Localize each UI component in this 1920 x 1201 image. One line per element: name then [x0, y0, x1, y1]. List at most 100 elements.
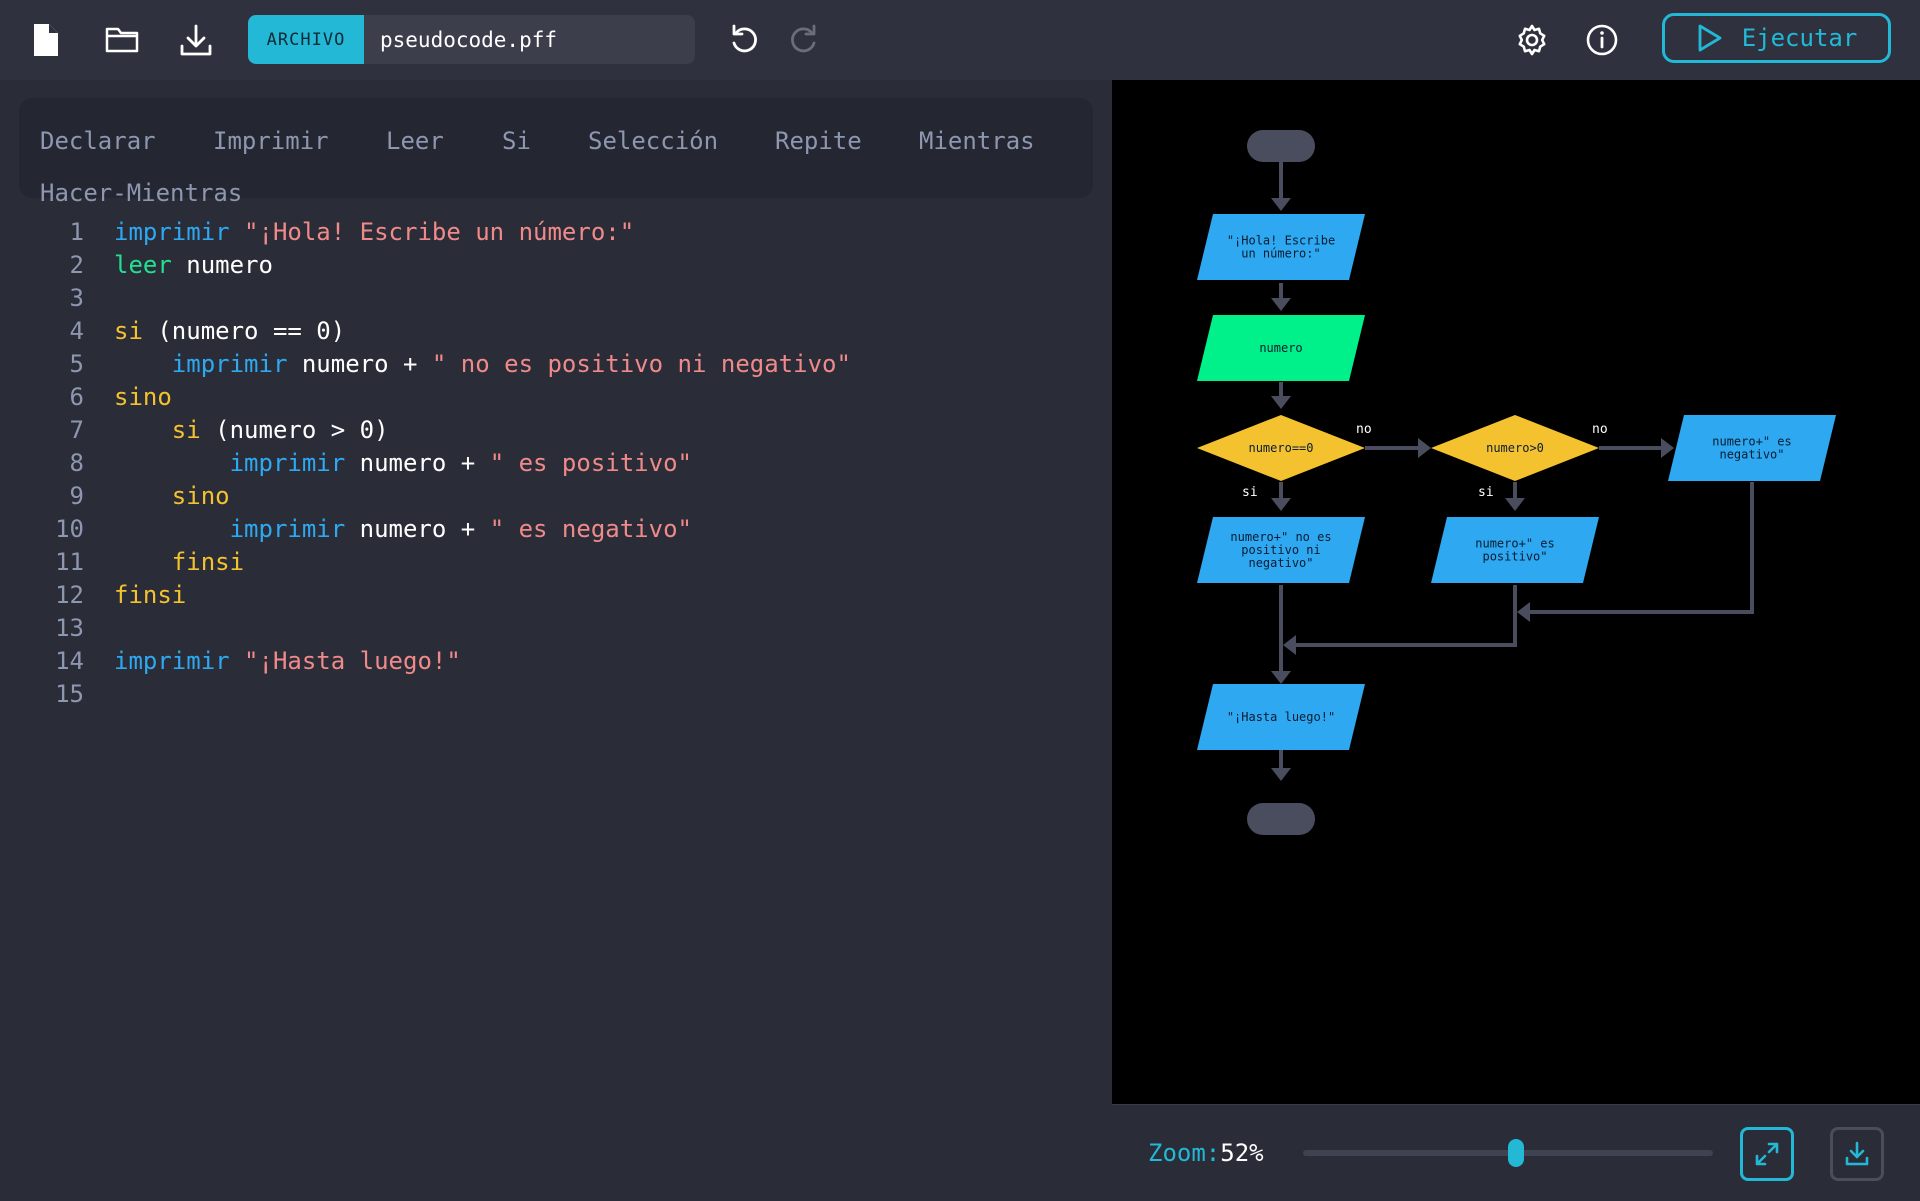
code-line[interactable]: 11 finsi	[0, 548, 1112, 581]
snippet-imprimir[interactable]: Imprimir	[213, 127, 329, 155]
line-number: 3	[69, 284, 84, 312]
line-number: 1	[69, 218, 84, 246]
snippet-si[interactable]: Si	[502, 127, 531, 155]
line-content: si (numero == 0)	[114, 317, 345, 345]
output-node-text: negativo"	[1719, 448, 1784, 462]
zoom-label: Zoom:52%	[1148, 1139, 1264, 1167]
code-token: "¡Hola! Escribe un número:"	[244, 218, 635, 246]
line-content: imprimir "¡Hola! Escribe un número:"	[114, 218, 634, 246]
line-content: imprimir "¡Hasta luego!"	[114, 647, 461, 675]
line-number: 9	[69, 482, 84, 510]
download-icon[interactable]	[172, 16, 220, 64]
code-line[interactable]: 5 imprimir numero + " no es positivo ni …	[0, 350, 1112, 383]
output-node-text: "¡Hola! Escribe	[1227, 234, 1335, 248]
code-token: " es negativo"	[489, 515, 692, 543]
code-token: finsi	[114, 581, 187, 609]
arrow-head	[1271, 396, 1291, 409]
code-line[interactable]: 2 leer numero	[0, 251, 1112, 284]
flowchart-canvas[interactable]: "¡Hola! Escribe un número:" numero numero==…	[1112, 80, 1920, 1104]
output-node-text: numero+" no es	[1230, 530, 1331, 544]
code-token: imprimir	[114, 218, 230, 246]
redo-icon[interactable]	[779, 16, 827, 64]
line-number: 2	[69, 251, 84, 279]
output-node-text: positivo"	[1482, 550, 1547, 564]
code-token: imprimir	[114, 647, 230, 675]
code-token: numero +	[345, 515, 490, 543]
code-token: (numero == 0)	[142, 317, 346, 345]
code-line[interactable]: 10 imprimir numero + " es negativo"	[0, 515, 1112, 548]
info-icon[interactable]	[1578, 16, 1626, 64]
undo-icon[interactable]	[721, 16, 769, 64]
line-number: 11	[55, 548, 84, 576]
snippet-declarar[interactable]: Declarar	[40, 127, 156, 155]
snippet-bar: Declarar Imprimir Leer Si Selección Repi…	[19, 98, 1093, 207]
new-file-icon[interactable]	[22, 16, 70, 64]
snippet-repite[interactable]: Repite	[775, 127, 862, 155]
line-number: 6	[69, 383, 84, 411]
open-folder-icon[interactable]	[98, 16, 146, 64]
arrow-head	[1418, 438, 1431, 458]
output-node-text: negativo"	[1248, 556, 1313, 570]
code-token: leer	[114, 251, 172, 279]
zoom-value: 52%	[1220, 1139, 1264, 1167]
output-node-text: un número:"	[1241, 247, 1320, 261]
code-line[interactable]: 14 imprimir "¡Hasta luego!"	[0, 647, 1112, 680]
input-node-text: numero	[1259, 341, 1302, 355]
zoom-slider[interactable]	[1303, 1139, 1713, 1167]
arrow-head	[1517, 602, 1530, 622]
snippet-leer[interactable]: Leer	[386, 127, 444, 155]
zoom-slider-thumb[interactable]	[1508, 1139, 1525, 1167]
flowchart-diagram: "¡Hola! Escribeun número:" numero numero==…	[1197, 130, 1836, 835]
code-line[interactable]: 13	[0, 614, 1112, 647]
code-token: " no es positivo ni negativo"	[431, 350, 851, 378]
code-token: si	[171, 416, 201, 444]
line-content: sino	[114, 383, 172, 411]
code-line[interactable]: 4 si (numero == 0)	[0, 317, 1112, 350]
line-number: 7	[69, 416, 84, 444]
code-token: imprimir	[171, 350, 288, 378]
file-name-input[interactable]: pseudocode.pff	[364, 15, 557, 64]
code-line[interactable]: 7 si (numero > 0)	[0, 416, 1112, 449]
code-line[interactable]: 8 imprimir numero + " es positivo"	[0, 449, 1112, 482]
output-node-text: positivo ni	[1241, 543, 1320, 557]
code-line[interactable]: 3	[0, 284, 1112, 317]
snippet-seleccion[interactable]: Selección	[588, 127, 718, 155]
code-token: numero +	[345, 449, 490, 477]
code-token: (numero > 0)	[200, 416, 389, 444]
snippet-hacer-mientras[interactable]: Hacer-Mientras	[40, 179, 242, 207]
code-line[interactable]: 6 sino	[0, 383, 1112, 416]
output-node-text: numero+" es	[1712, 435, 1791, 449]
code-token: " es positivo"	[489, 449, 692, 477]
file-tag: ARCHIVO	[248, 15, 364, 64]
export-image-button[interactable]	[1830, 1127, 1884, 1181]
code-line[interactable]: 9 sino	[0, 482, 1112, 515]
flow-connector	[1295, 585, 1517, 647]
line-content: sino	[114, 482, 230, 510]
arrow-head	[1271, 768, 1291, 781]
code-token: finsi	[171, 548, 245, 576]
line-number: 5	[69, 350, 84, 378]
settings-icon[interactable]	[1508, 16, 1556, 64]
line-number: 10	[55, 515, 84, 543]
line-content: imprimir numero + " es positivo"	[114, 449, 692, 477]
output-node-text: numero+" es	[1475, 537, 1554, 551]
code-line[interactable]: 1 imprimir "¡Hola! Escribe un número:"	[0, 218, 1112, 251]
line-content: leer numero	[114, 251, 273, 279]
code-token: "¡Hasta luego!"	[244, 647, 461, 675]
snippet-mientras[interactable]: Mientras	[919, 127, 1035, 155]
code-line[interactable]: 12 finsi	[0, 581, 1112, 614]
download-icon	[1845, 1141, 1869, 1166]
code-line[interactable]: 15	[0, 680, 1112, 713]
line-number: 13	[55, 614, 84, 642]
line-number: 15	[55, 680, 84, 708]
run-button[interactable]: Ejecutar	[1662, 13, 1891, 63]
fullscreen-button[interactable]	[1740, 1127, 1794, 1181]
arrow-head	[1505, 498, 1525, 511]
code-token: sino	[114, 383, 172, 411]
branch-label-si: si	[1242, 485, 1258, 500]
file-name-box[interactable]: ARCHIVO pseudocode.pff	[248, 15, 695, 64]
line-number: 12	[55, 581, 84, 609]
code-token: numero +	[287, 350, 432, 378]
